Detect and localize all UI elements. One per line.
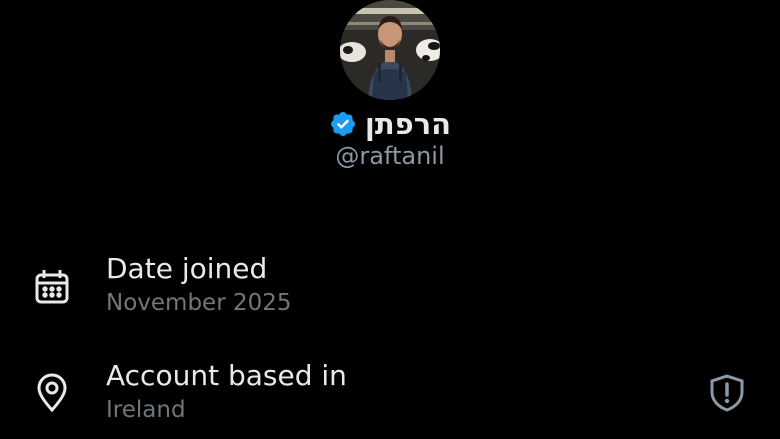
shield-alert-icon[interactable] [706,372,748,414]
location-pin-icon [32,373,72,413]
display-name: הרפתן [364,107,452,141]
date-joined-label: Date joined [106,252,268,285]
date-joined-row: Date joined November 2025 [0,250,780,330]
account-location-row: Account based in Ireland [0,357,780,437]
account-location-label: Account based in [106,359,347,392]
date-joined-value: November 2025 [106,290,292,316]
verified-badge-icon[interactable] [329,110,357,138]
user-handle: @raftanil [335,142,445,170]
profile-header: הרפתן @raftanil [0,0,780,180]
calendar-icon [32,267,72,307]
name-row: הרפתן [0,104,780,144]
avatar[interactable] [340,0,440,100]
account-location-value: Ireland [106,397,186,423]
